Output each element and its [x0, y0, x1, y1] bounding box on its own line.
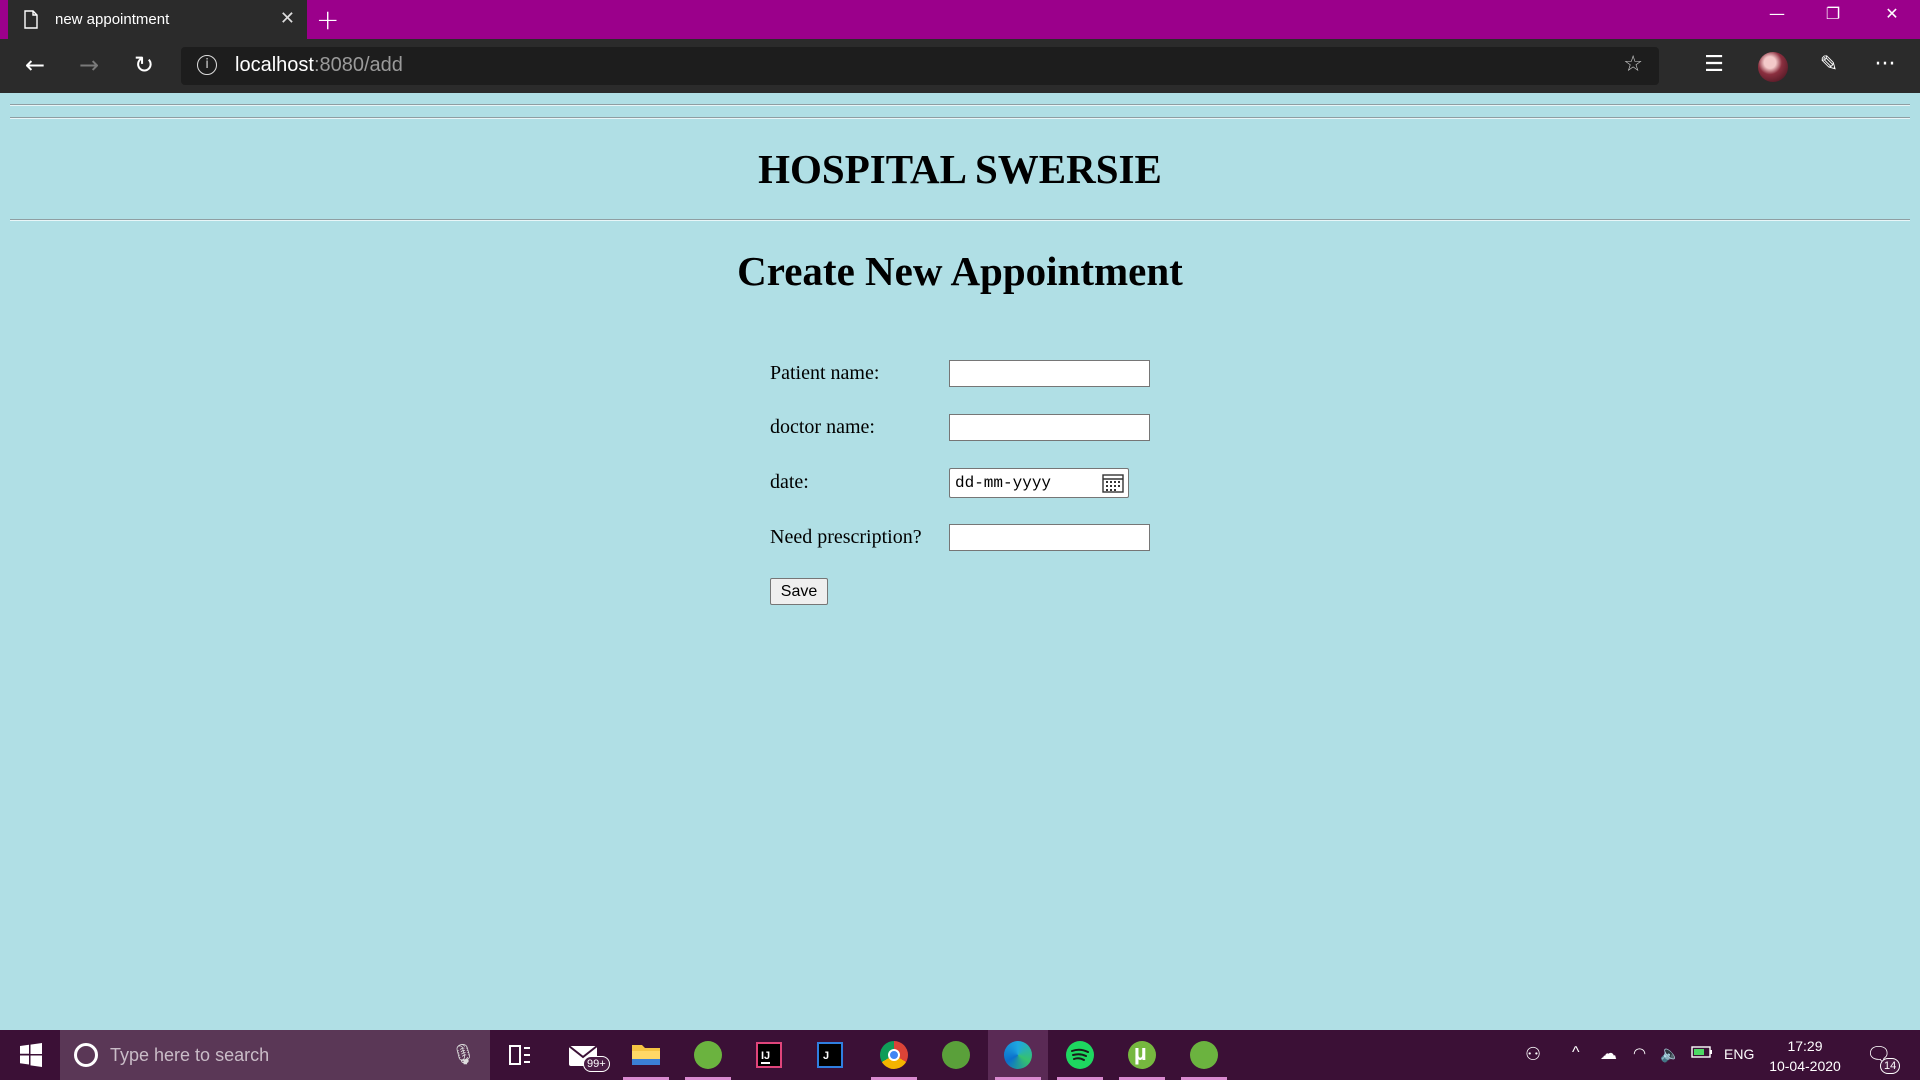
- battery-icon[interactable]: [1691, 1045, 1713, 1080]
- spring-icon[interactable]: [926, 1030, 986, 1080]
- url-text[interactable]: localhost:8080/add: [235, 54, 403, 77]
- task-view-glyph: [509, 1045, 530, 1065]
- clock-time: 17:29: [1787, 1038, 1823, 1054]
- more-icon[interactable]: ···: [1868, 50, 1902, 82]
- site-title: HOSPITAL SWERSIE: [758, 146, 1162, 192]
- windows-icon: [20, 1043, 42, 1067]
- search-placeholder: Type here to search: [110, 1045, 270, 1065]
- chrome-icon[interactable]: [864, 1030, 924, 1080]
- calendar-icon[interactable]: [1102, 473, 1124, 493]
- new-tab-icon[interactable]: +: [316, 3, 339, 36]
- refresh-icon[interactable]: ↻: [127, 50, 161, 82]
- url-path: :8080/add: [313, 54, 403, 76]
- clock[interactable]: 17:29 10-04-2020: [1762, 1036, 1848, 1076]
- tab-close-icon[interactable]: ✕: [280, 8, 295, 29]
- restore-icon[interactable]: ❐: [1805, 0, 1861, 30]
- browser-tab[interactable]: new appointment ✕: [8, 0, 307, 39]
- patient-name-label: Patient name:: [770, 362, 880, 384]
- taskbar: Type here to search 🎙 99+ IJ J µ ⚇ ^ ☁ ◠…: [0, 1030, 1920, 1080]
- intellij-glyph: IJ: [756, 1042, 782, 1068]
- save-button[interactable]: Save: [770, 578, 828, 605]
- wifi-icon[interactable]: ◠: [1633, 1044, 1646, 1080]
- divider-title: [10, 219, 1910, 221]
- spring-tool-icon[interactable]: [678, 1030, 738, 1080]
- date-input[interactable]: dd-mm-yyyy: [949, 468, 1129, 498]
- address-bar[interactable]: i localhost:8080/add ☆: [181, 47, 1659, 85]
- browser-toolbar: ← → ↻ i localhost:8080/add ☆ ☰ ✎ ···: [0, 39, 1920, 93]
- tray-chevron-icon[interactable]: ^: [1572, 1044, 1580, 1080]
- taskbar-search[interactable]: Type here to search 🎙: [60, 1030, 490, 1080]
- clock-date: 10-04-2020: [1769, 1058, 1841, 1074]
- spring-boot-icon[interactable]: [1174, 1030, 1234, 1080]
- forward-arrow-icon[interactable]: →: [72, 50, 106, 82]
- date-placeholder: dd-mm-yyyy: [955, 474, 1052, 492]
- divider-top-2: [10, 117, 1910, 119]
- page-icon: [24, 10, 38, 29]
- date-label: date:: [770, 471, 809, 493]
- vs-glyph: J: [817, 1042, 843, 1068]
- tab-title: new appointment: [55, 11, 170, 28]
- favorites-icon[interactable]: ☰: [1697, 50, 1731, 82]
- profile-avatar[interactable]: [1758, 52, 1788, 82]
- doctor-name-label: doctor name:: [770, 416, 875, 438]
- cortana-icon: [74, 1043, 98, 1067]
- visual-studio-icon[interactable]: J: [800, 1030, 860, 1080]
- folder-glyph: [632, 1045, 660, 1065]
- mail-badge: 99+: [583, 1056, 610, 1072]
- intellij-icon[interactable]: IJ: [739, 1030, 799, 1080]
- minimize-icon[interactable]: —: [1749, 0, 1805, 30]
- spotify-icon[interactable]: [1050, 1030, 1110, 1080]
- task-view-icon[interactable]: [490, 1030, 550, 1080]
- edge-icon[interactable]: [988, 1030, 1048, 1080]
- start-button[interactable]: [0, 1030, 60, 1080]
- microphone-icon[interactable]: 🎙: [451, 1042, 476, 1066]
- notification-badge: 14: [1880, 1058, 1901, 1074]
- back-arrow-icon[interactable]: ←: [18, 50, 52, 82]
- divider-top-1: [10, 104, 1910, 106]
- tab-strip: new appointment ✕ + — ❐ ✕: [0, 0, 1920, 39]
- onedrive-icon[interactable]: ☁: [1600, 1044, 1617, 1080]
- mail-icon[interactable]: 99+: [555, 1030, 615, 1080]
- utorrent-icon[interactable]: µ: [1112, 1030, 1172, 1080]
- share-icon[interactable]: ✎: [1812, 50, 1846, 82]
- people-icon[interactable]: ⚇: [1525, 1044, 1541, 1080]
- info-icon[interactable]: i: [197, 55, 217, 75]
- star-icon[interactable]: ☆: [1623, 52, 1643, 77]
- url-host: localhost: [235, 54, 314, 76]
- utorrent-glyph: µ: [1134, 1040, 1147, 1065]
- prescription-input[interactable]: [949, 524, 1150, 551]
- doctor-name-input[interactable]: [949, 414, 1150, 441]
- svg-text:J: J: [823, 1050, 829, 1062]
- page-heading: Create New Appointment: [737, 248, 1183, 294]
- battery-glyph: [1691, 1046, 1712, 1058]
- volume-icon[interactable]: 🔈: [1660, 1044, 1680, 1080]
- file-explorer-icon[interactable]: [616, 1030, 676, 1080]
- svg-text:IJ: IJ: [761, 1050, 770, 1062]
- close-window-icon[interactable]: ✕: [1864, 0, 1920, 30]
- patient-name-input[interactable]: [949, 360, 1150, 387]
- spotify-glyph: [1071, 1048, 1089, 1061]
- prescription-label: Need prescription?: [770, 526, 922, 548]
- mail-glyph: [568, 1045, 598, 1066]
- language-indicator[interactable]: ENG: [1724, 1046, 1754, 1080]
